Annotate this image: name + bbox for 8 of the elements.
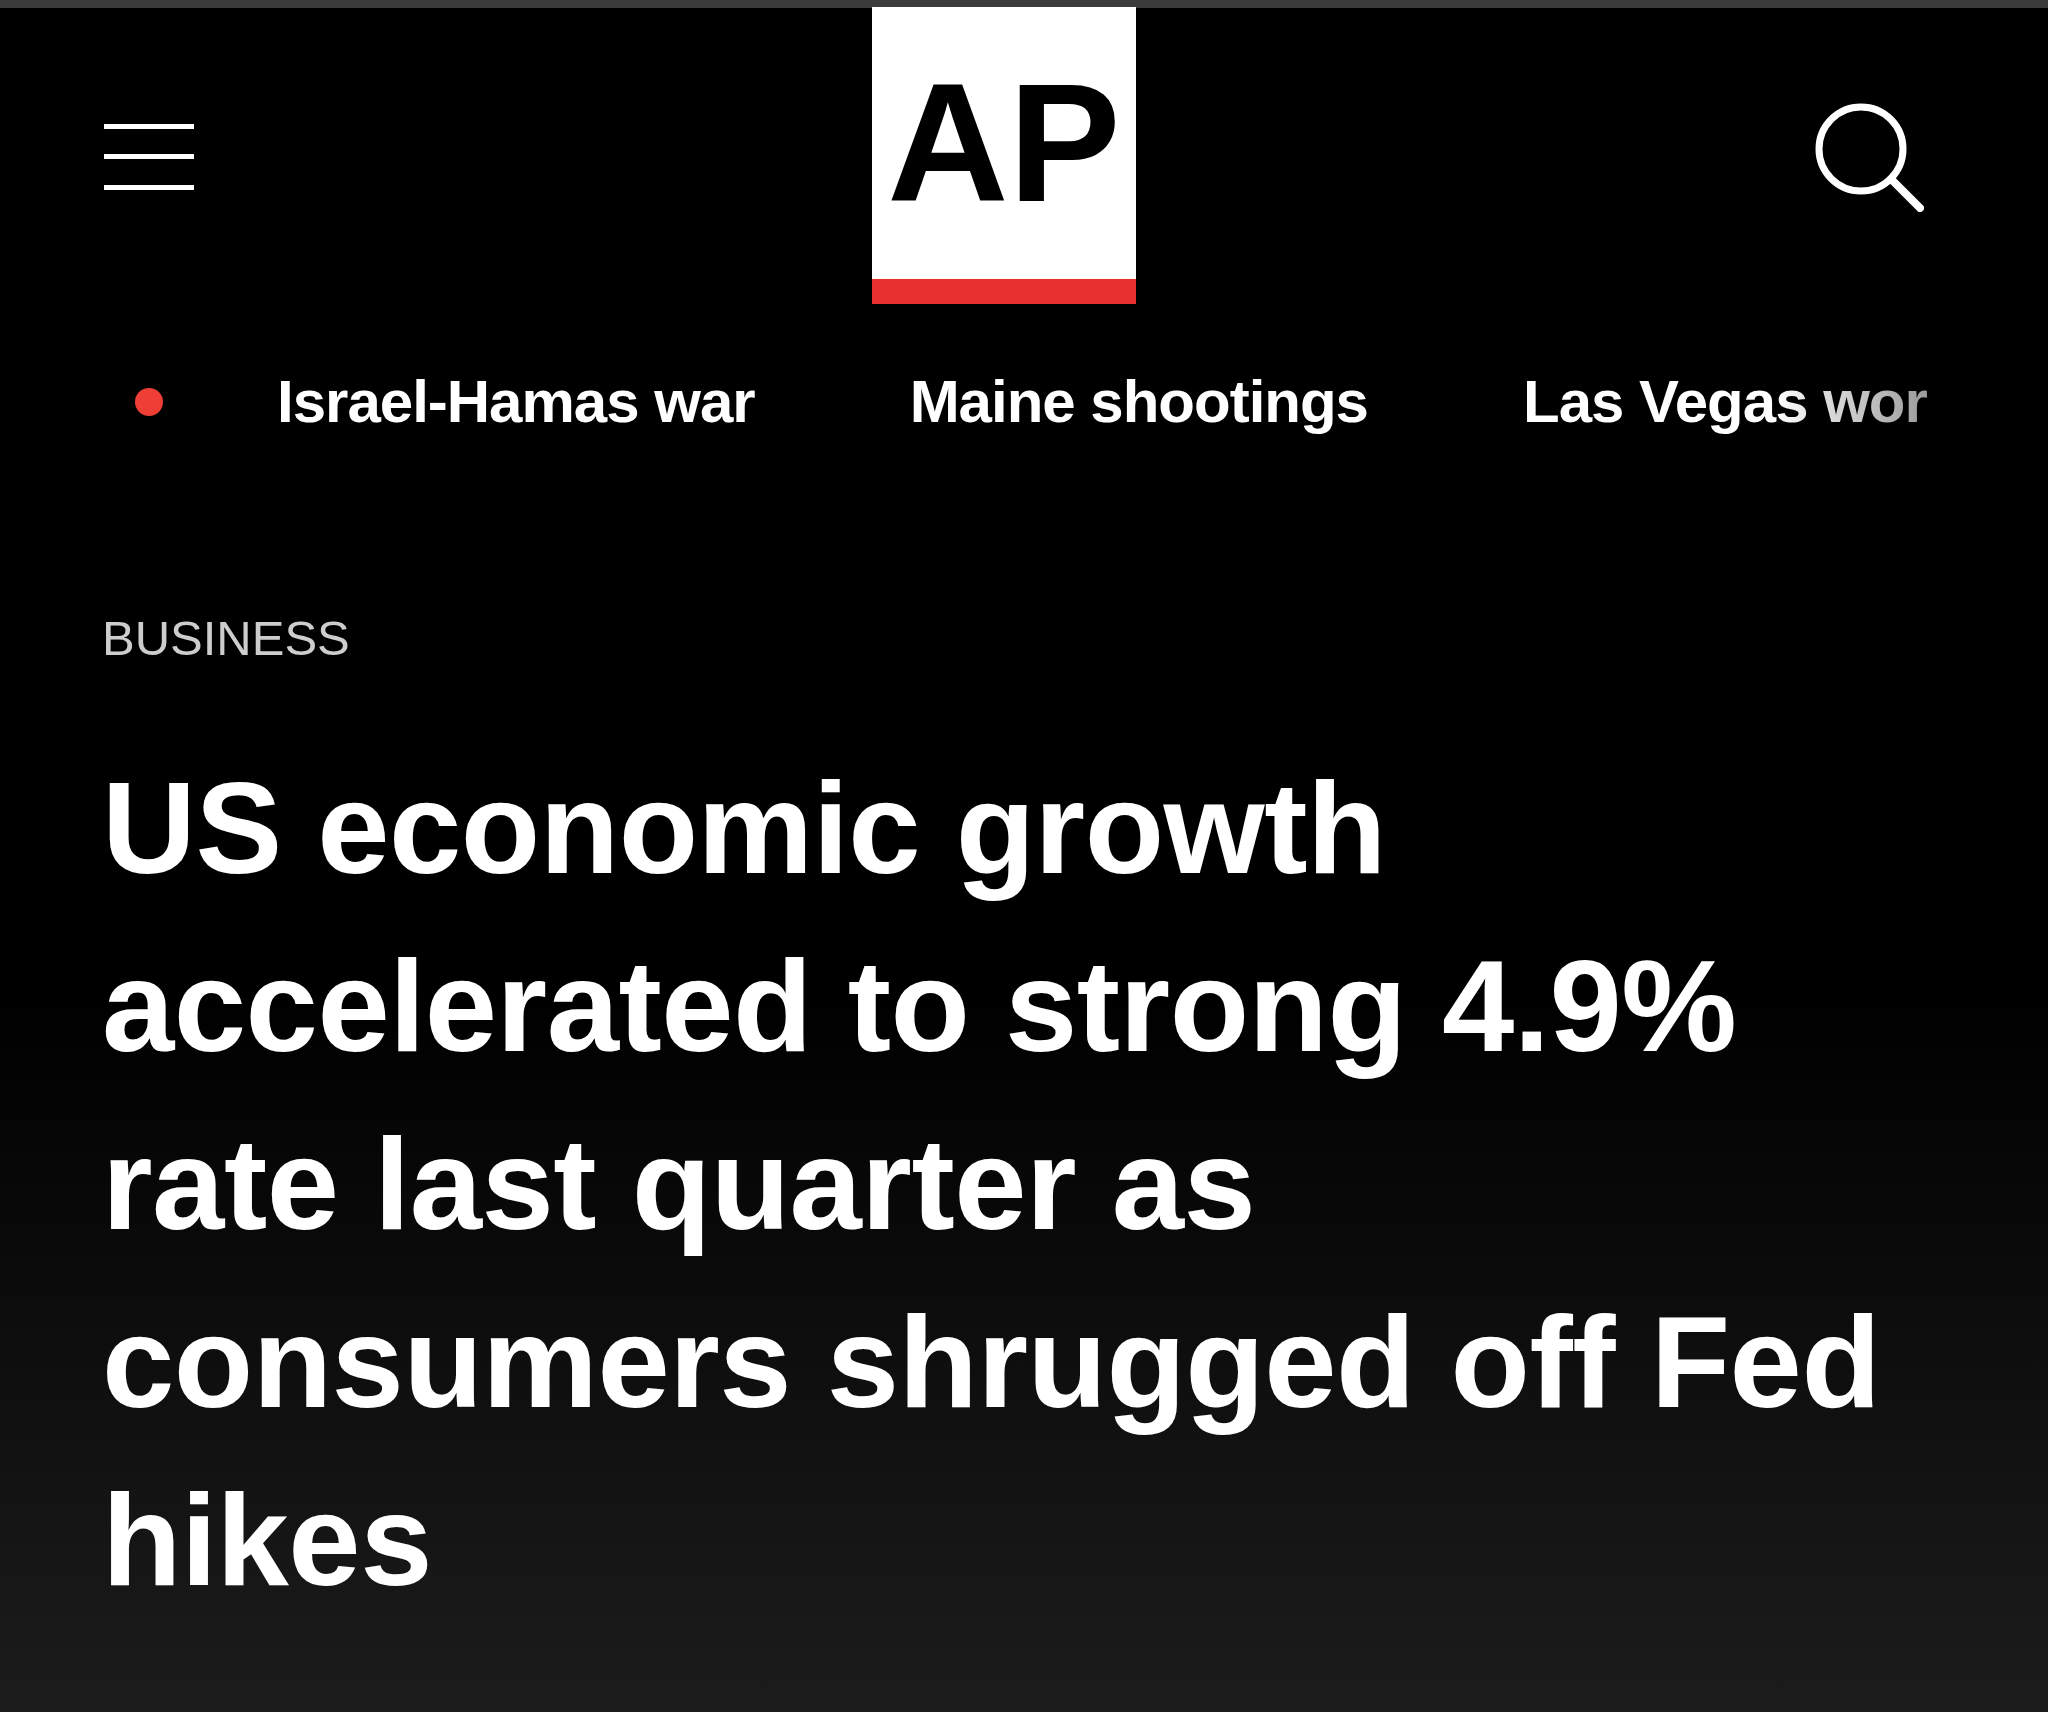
article-headline: US economic growth accelerated to strong 4.9% rate last quarter as consumers shrugged off Fed hikes xyxy=(102,753,1882,1615)
search-icon[interactable] xyxy=(1814,101,1924,212)
trending-link[interactable]: Maine shootings xyxy=(909,366,1368,438)
menu-icon[interactable] xyxy=(104,123,194,190)
category-link[interactable]: BUSINESS xyxy=(102,609,350,668)
trending-link[interactable]: Israel-Hamas war xyxy=(277,366,755,438)
dot-icon xyxy=(135,388,163,416)
logo[interactable]: AP xyxy=(872,6,1136,304)
